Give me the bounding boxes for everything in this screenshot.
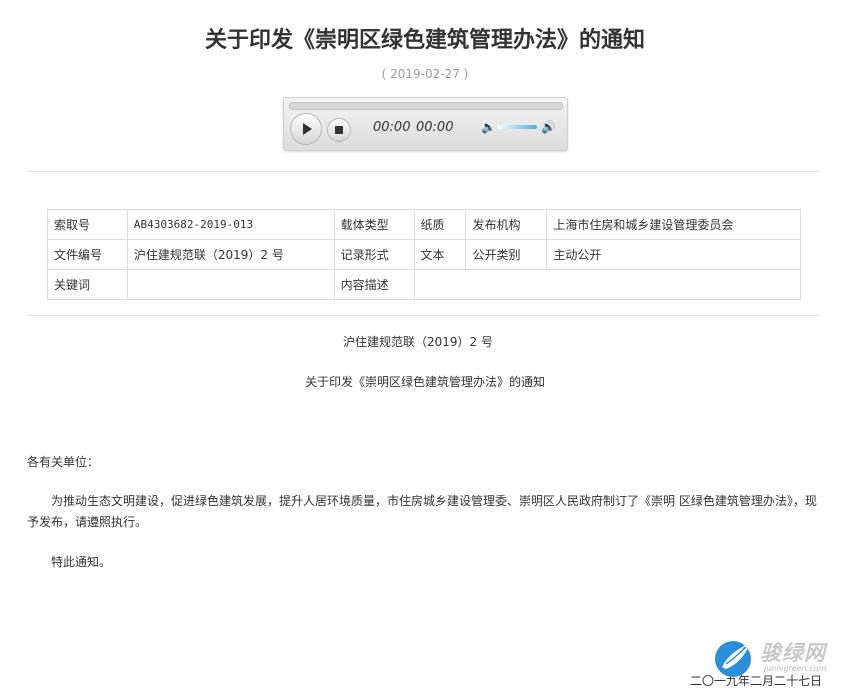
value-issuer: 上海市住房和城乡建设管理委员会 <box>546 209 801 240</box>
label-carrier-type: 载体类型 <box>333 209 415 240</box>
label-public-category: 公开类别 <box>465 239 548 270</box>
current-time: 00:00 <box>373 120 411 135</box>
watermark-logo: 骏绿网 junlvgreen.com <box>712 637 842 679</box>
audio-player: 00:00 00:00 🔈 🔊 <box>283 97 568 151</box>
value-doc-number: 沪住建规范联（2019）2 号 <box>126 239 335 270</box>
volume-max-icon[interactable]: 🔊 <box>541 120 556 134</box>
divider <box>27 171 820 172</box>
duration-time: 00:00 <box>416 120 454 135</box>
label-doc-number: 文件编号 <box>47 239 128 270</box>
closing-text: 特此通知。 <box>51 555 112 569</box>
metadata-table: 索取号 AB4303682-2019-013 载体类型 纸质 发布机构 上海市住… <box>47 209 802 300</box>
body-paragraph: 为推动生态文明建设，促进绿色建筑发展，提升人居环境质量，市住房城乡建设管理委、崇… <box>27 494 817 529</box>
mute-icon[interactable]: 🔈 <box>481 120 496 134</box>
label-keywords: 关键词 <box>47 269 128 300</box>
value-description <box>413 269 802 300</box>
doc-title: 关于印发《崇明区绿色建筑管理办法》的通知 <box>304 375 545 389</box>
play-icon[interactable] <box>290 113 322 145</box>
label-issuer: 发布机构 <box>465 209 548 240</box>
value-carrier-type: 纸质 <box>413 209 467 240</box>
divider <box>27 315 820 316</box>
volume-slider[interactable] <box>497 125 537 129</box>
leaf-logo-icon <box>715 641 751 677</box>
value-keywords <box>126 269 335 300</box>
watermark-url: junlvgreen.com <box>764 664 827 673</box>
label-record-form: 记录形式 <box>333 239 415 270</box>
watermark-text: 骏绿网 <box>760 641 826 665</box>
page-title: 关于印发《崇明区绿色建筑管理办法》的通知 <box>204 28 645 53</box>
progress-track[interactable] <box>289 102 563 110</box>
value-record-form: 文本 <box>413 239 467 270</box>
table-row: 索取号 AB4303682-2019-013 载体类型 纸质 发布机构 上海市住… <box>47 209 801 240</box>
table-row: 文件编号 沪住建规范联（2019）2 号 记录形式 文本 公开类别 主动公开 <box>47 239 801 270</box>
value-index-no: AB4303682-2019-013 <box>126 209 335 240</box>
label-index-no: 索取号 <box>47 209 128 240</box>
salutation: 各有关单位： <box>27 455 100 469</box>
doc-number: 沪住建规范联（2019）2 号 <box>343 335 493 349</box>
value-public-category: 主动公开 <box>546 239 801 270</box>
label-description: 内容描述 <box>333 269 415 300</box>
publish-date: ( 2019-02-27 ) <box>381 67 469 81</box>
stop-icon[interactable] <box>327 118 351 142</box>
table-row: 关键词 内容描述 <box>47 269 802 300</box>
